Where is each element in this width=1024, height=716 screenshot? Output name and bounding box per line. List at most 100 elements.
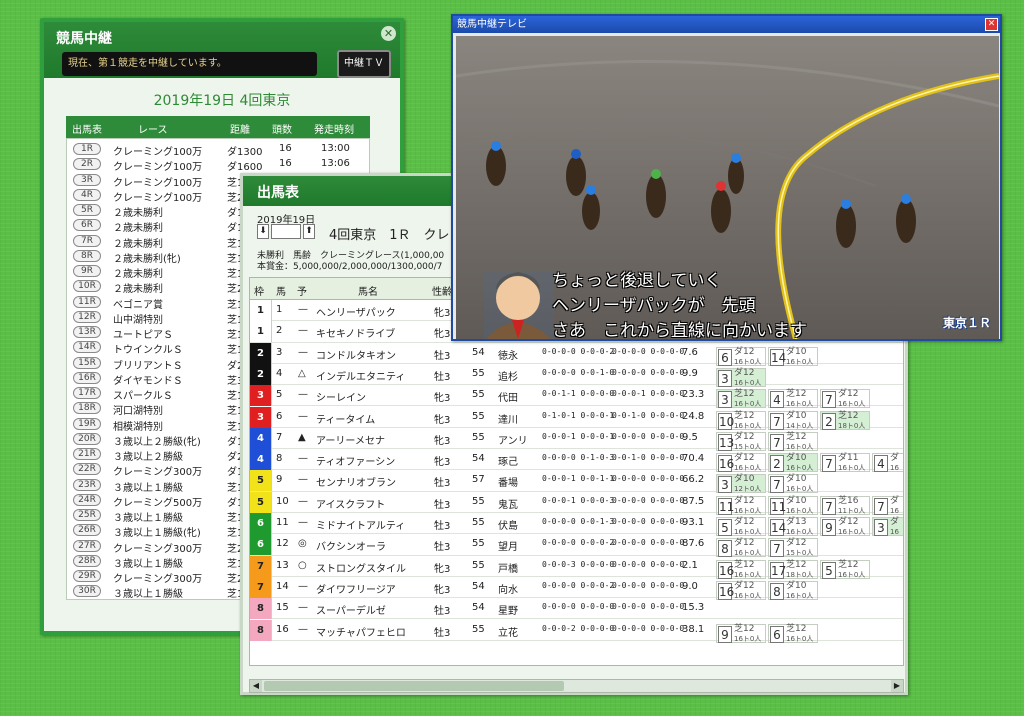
past-performance[interactable]: 11 ダ10 16ト0人 xyxy=(768,495,818,515)
scrollbar-thumb[interactable] xyxy=(264,681,564,691)
race-number-button[interactable]: 13R xyxy=(73,326,101,338)
race-number-button[interactable]: 29R xyxy=(73,570,101,582)
race-row[interactable]: 1R クレーミング100万 ダ1300 16 13:00 xyxy=(67,142,369,158)
horse-name[interactable]: ストロングスタイル xyxy=(316,560,406,575)
entry-row[interactable]: 5 10 — アイスクラフト 牡3 55 鬼瓦 0-0-0-1 0-0-0-3 0-0-0-0 … xyxy=(250,491,903,515)
race-number-button[interactable]: 14R xyxy=(73,341,101,354)
horse-name[interactable]: ヘンリーザパック xyxy=(316,304,396,319)
past-performance[interactable]: 8 ダ10 16ト0人 xyxy=(768,580,818,600)
past-performance[interactable]: 4 ダ 16 xyxy=(872,453,903,473)
past-performance[interactable]: 5 芝12 16ト0人 xyxy=(820,559,870,579)
horse-name[interactable]: マッチャパフェヒロ xyxy=(316,624,406,639)
past-performance[interactable]: 3 ダ12 16ト0人 xyxy=(716,367,766,387)
past-performance[interactable]: 4 芝12 16ト0人 xyxy=(768,389,818,409)
race-number-button[interactable]: 25R xyxy=(73,509,101,521)
race-number-button[interactable]: 1R xyxy=(73,143,101,155)
past-performance[interactable]: 7 芝12 16ト0人 xyxy=(768,431,818,451)
race-number-button[interactable]: 4R xyxy=(73,188,101,201)
race-number-button[interactable]: 24R xyxy=(73,493,101,506)
past-performance[interactable]: 14 ダ10 16ト0人 xyxy=(768,346,818,366)
entry-row[interactable]: 2 3 — コンドルタキオン 牡3 54 徳永 0-0-0-0 0-0-0-2 0-0-0-0 … xyxy=(250,342,903,366)
past-performance[interactable]: 3 ダ 16 xyxy=(872,517,903,536)
past-performance[interactable]: 16 ダ12 16ト0人 xyxy=(716,453,766,473)
entry-row[interactable]: 6 12 ◎ バクシンオーラ 牡3 55 望月 0-0-0-0 0-0-0-2 0-0-0-0 … xyxy=(250,534,903,558)
horse-name[interactable]: ミドナイトアルティ xyxy=(316,517,405,532)
race-number-button[interactable]: 22R xyxy=(73,463,101,476)
horse-name[interactable]: コンドルタキオン xyxy=(316,347,396,362)
horse-name[interactable]: シーレイン xyxy=(316,389,366,404)
past-performance[interactable]: 14 ダ13 16ト0人 xyxy=(768,517,818,536)
past-performance[interactable]: 3 ダ10 12ト0人 xyxy=(716,474,766,494)
horse-name[interactable]: インデルエタニティ xyxy=(316,368,405,383)
past-performance[interactable]: 9 芝12 16ト0人 xyxy=(716,623,766,643)
race-number-button[interactable]: 23R xyxy=(73,478,101,491)
race-number-button[interactable]: 7R xyxy=(73,234,101,247)
arrow-up-icon[interactable]: ⬆ xyxy=(303,224,315,239)
scroll-left-icon[interactable]: ◀ xyxy=(250,680,262,692)
close-icon[interactable]: ✕ xyxy=(985,18,998,31)
race-number-button[interactable]: 12R xyxy=(73,310,101,323)
entry-row[interactable]: 3 6 — ティータイム 牝3 55 達川 0-1-0-1 0-0-0-1 0-0-1-0 0-… xyxy=(250,406,903,430)
past-performance[interactable]: 13 ダ12 15ト0人 xyxy=(716,431,766,451)
horse-name[interactable]: キセキノドライブ xyxy=(316,325,395,340)
race-row[interactable]: 2R クレーミング100万 ダ1600 16 13:06 xyxy=(67,157,369,173)
entry-row[interactable]: 3 5 — シーレイン 牝3 55 代田 0-0-1-1 0-0-0-0 0-0-0-1 0-0… xyxy=(250,385,903,409)
horse-name[interactable]: バクシンオーラ xyxy=(316,538,386,553)
race-number-button[interactable]: 28R xyxy=(73,554,101,567)
scroll-right-icon[interactable]: ▶ xyxy=(891,680,903,692)
race-number-button[interactable]: 21R xyxy=(73,448,101,460)
horse-name[interactable]: スーパーデルゼ xyxy=(316,602,386,617)
race-number-button[interactable]: 10R xyxy=(73,280,101,293)
past-performance[interactable]: 7 ダ 16 xyxy=(872,495,903,515)
past-performance[interactable]: 16 芝12 16ト0人 xyxy=(716,559,766,579)
entry-row[interactable]: 6 11 — ミドナイトアルティ 牡3 55 伏島 0-0-0-0 0-0-1-3 0-0-0-… xyxy=(250,513,903,536)
horse-name[interactable]: アーリーメセナ xyxy=(316,432,385,447)
past-performance[interactable]: 17 芝12 18ト0人 xyxy=(768,559,818,579)
entry-row[interactable]: 7 13 ○ ストロングスタイル 牝3 55 戸橋 0-0-0-3 0-0-0-0 0-0-0-… xyxy=(250,555,903,579)
race-number-button[interactable]: 8R xyxy=(73,249,101,262)
race-number-button[interactable]: 2R xyxy=(73,158,101,171)
horse-name[interactable]: ティオファーシン xyxy=(316,453,395,468)
race-number-button[interactable]: 26R xyxy=(73,524,101,537)
past-performance[interactable]: 3 芝12 16ト0人 xyxy=(716,389,766,409)
close-icon[interactable]: ✕ xyxy=(381,26,396,41)
race-number-button[interactable]: 6R xyxy=(73,219,101,232)
past-performance[interactable]: 7 ダ10 16ト0人 xyxy=(768,474,818,494)
race-number-button[interactable]: 20R xyxy=(73,432,101,445)
past-performance[interactable]: 5 ダ12 16ト0人 xyxy=(716,517,766,536)
race-number-button[interactable]: 18R xyxy=(73,402,101,415)
horizontal-scrollbar[interactable]: ◀ ▶ xyxy=(249,679,904,693)
past-performance[interactable]: 7 ダ10 14ト0人 xyxy=(768,410,818,430)
entry-row[interactable]: 2 4 △ インデルエタニティ 牡3 55 追杉 0-0-0-0 0-0-1-0 0-0-0-0… xyxy=(250,363,903,387)
entry-row[interactable]: 4 7 ▲ アーリーメセナ 牝3 55 アンリ 0-0-0-1 0-0-0-1 0-0-0-0 … xyxy=(250,427,903,451)
past-performance[interactable]: 7 ダ12 15ト0人 xyxy=(768,538,818,558)
past-performance[interactable]: 16 ダ12 16ト0人 xyxy=(716,580,766,600)
horse-name[interactable]: アイスクラフト xyxy=(316,496,385,511)
horse-name[interactable]: ダイワフリージア xyxy=(316,581,396,596)
race-number-button[interactable]: 11R xyxy=(73,295,101,308)
horse-name[interactable]: センナリオブラン xyxy=(316,474,396,489)
past-performance[interactable]: 2 芝12 18ト0人 xyxy=(820,410,870,430)
past-performance[interactable]: 7 芝16 11ト0人 xyxy=(820,495,870,515)
horse-name[interactable]: ティータイム xyxy=(316,411,375,426)
past-performance[interactable]: 10 芝12 16ト0人 xyxy=(716,410,766,430)
race-number-button[interactable]: 15R xyxy=(73,356,101,369)
race-number-button[interactable]: 3R xyxy=(73,173,101,186)
past-performance[interactable]: 9 ダ12 16ト0人 xyxy=(820,517,870,536)
race-number-button[interactable]: 19R xyxy=(73,417,101,430)
race-number-button[interactable]: 9R xyxy=(73,265,101,277)
entry-row[interactable]: 8 16 — マッチャパフェヒロ 牡3 55 立花 0-0-0-2 0-0-0-0 0-0-0-… xyxy=(250,619,903,643)
race-number-button[interactable]: 16R xyxy=(73,371,101,384)
past-performance[interactable]: 6 芝12 16ト0人 xyxy=(768,623,818,643)
entry-row[interactable]: 8 15 — スーパーデルゼ 牡3 54 星野 0-0-0-0 0-0-0-0 0-0-0-0 … xyxy=(250,598,903,620)
past-performance[interactable]: 7 ダ12 16ト0人 xyxy=(820,389,870,409)
past-performance[interactable]: 7 ダ11 16ト0人 xyxy=(820,453,870,473)
past-performance[interactable]: 2 ダ10 16ト0人 xyxy=(768,453,818,473)
race-select-input[interactable] xyxy=(271,224,301,239)
past-performance[interactable]: 8 ダ12 16ト0人 xyxy=(716,538,766,558)
past-performance[interactable]: 11 ダ12 16ト0人 xyxy=(716,495,766,515)
race-number-button[interactable]: 5R xyxy=(73,204,101,216)
past-performance[interactable]: 6 ダ12 16ト0人 xyxy=(716,346,766,366)
entry-row[interactable]: 4 8 — ティオファーシン 牝3 54 琢己 0-0-0-0 0-1-0-3 0-0-1-0 … xyxy=(250,449,903,473)
race-number-button[interactable]: 17R xyxy=(73,387,101,399)
